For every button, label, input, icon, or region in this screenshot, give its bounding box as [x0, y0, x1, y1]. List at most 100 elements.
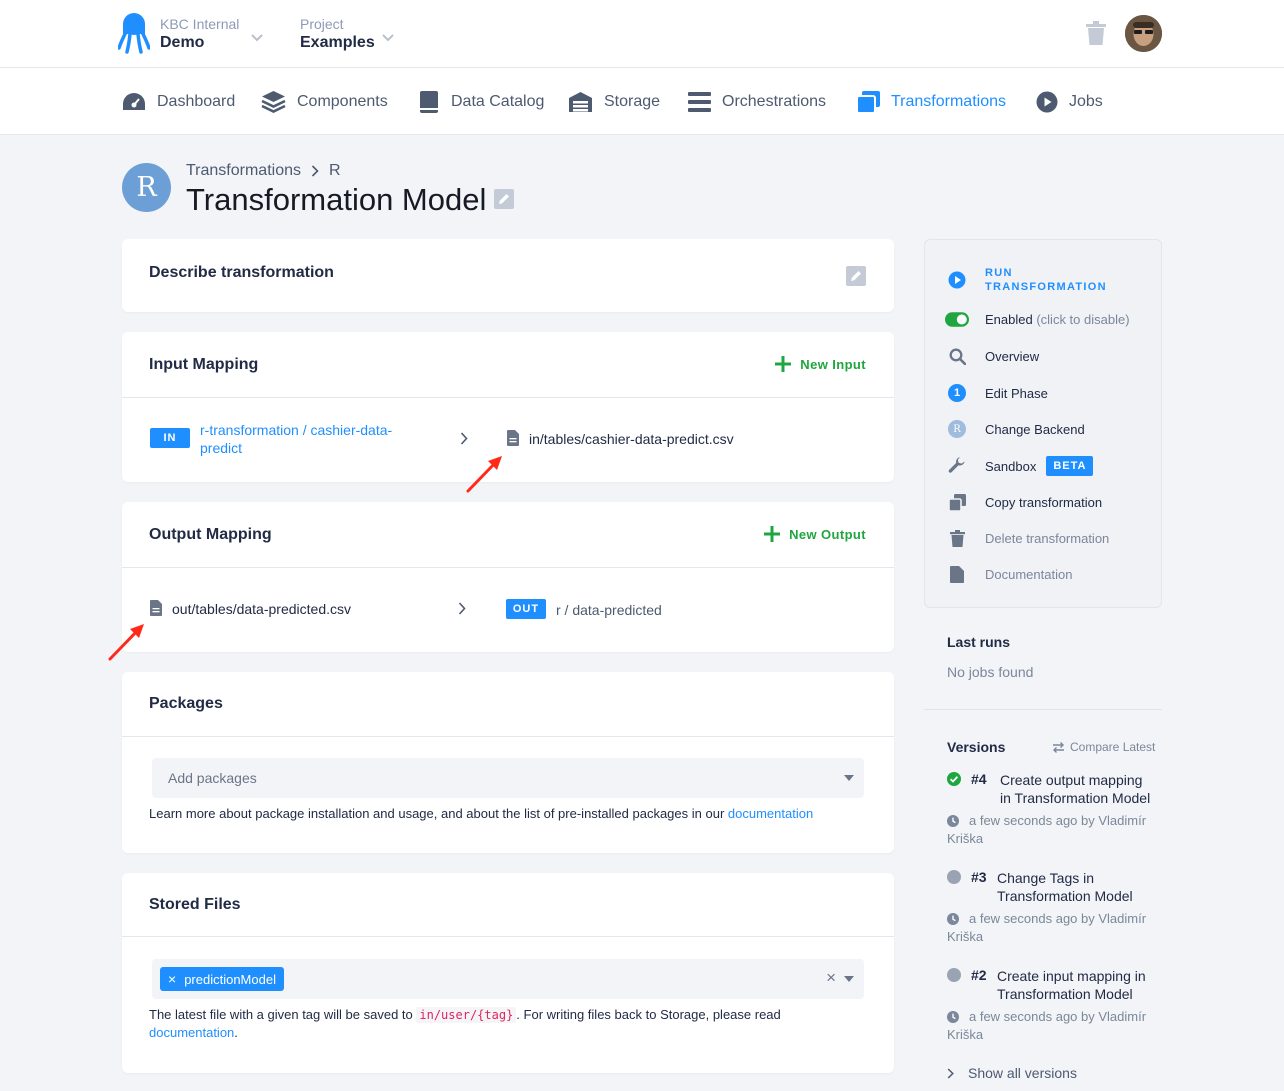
edit-phase-button[interactable]: 1 Edit Phase — [947, 384, 1048, 402]
exchange-icon — [1053, 741, 1064, 753]
sandbox-button[interactable]: Sandbox BETA — [947, 456, 1094, 476]
selected-tag-chip: × predictionModel — [160, 967, 284, 991]
output-destination-table[interactable]: r / data-predicted — [556, 602, 662, 618]
version-desc-line2: in Transformation Model — [1000, 790, 1151, 806]
new-output-button[interactable]: New Output — [764, 526, 866, 542]
stored-files-help-part1: The latest file with a given tag will be… — [149, 1007, 417, 1022]
r-backend-badge: R — [122, 163, 171, 212]
breadcrumb-r[interactable]: R — [329, 162, 341, 180]
nav-transformations[interactable]: Transformations — [857, 90, 1006, 114]
nav-orchestrations[interactable]: Orchestrations — [688, 90, 826, 114]
documentation-label: Documentation — [985, 567, 1073, 582]
chevron-down-icon — [382, 34, 394, 42]
output-mapping-title: Output Mapping — [149, 526, 272, 543]
file-icon — [150, 600, 162, 616]
version-description: Create input mapping in Transformation M… — [997, 967, 1162, 1003]
overview-button[interactable]: Overview — [947, 348, 1039, 365]
annotation-arrow-icon — [108, 624, 144, 661]
output-source-file: out/tables/data-predicted.csv — [172, 601, 351, 617]
play-circle-icon — [948, 271, 966, 289]
version-meta-line1: a few seconds ago by Vladimír — [969, 911, 1147, 926]
describe-card: Describe transformation — [122, 239, 894, 312]
chevron-right-icon — [460, 432, 468, 445]
delete-transformation-label: Delete transformation — [985, 531, 1110, 546]
new-input-button[interactable]: New Input — [775, 356, 866, 372]
stored-files-documentation-link[interactable]: documentation — [149, 1025, 234, 1040]
organization-selector[interactable]: KBC Internal Demo — [160, 15, 270, 53]
change-backend-label: Change Backend — [985, 421, 1085, 437]
version-meta: a few seconds ago by Vladimír Kriška — [947, 1008, 1162, 1044]
new-output-label: New Output — [789, 526, 866, 542]
stored-files-select[interactable]: × predictionModel × — [152, 959, 864, 999]
version-meta-line1: a few seconds ago by Vladimír — [969, 813, 1147, 828]
nav-storage[interactable]: Storage — [568, 90, 660, 114]
remove-tag-icon[interactable]: × — [168, 971, 176, 987]
overview-label: Overview — [985, 349, 1040, 364]
packages-card: Packages Add packages Learn more about p… — [122, 672, 894, 853]
divider — [924, 709, 1162, 710]
keboola-logo-icon[interactable] — [118, 12, 150, 54]
nav-data-catalog-label: Data Catalog — [451, 93, 545, 110]
version-description: Change Tags in Transformation Model — [997, 869, 1162, 905]
compare-latest-button[interactable]: Compare Latest — [1052, 740, 1155, 754]
search-icon — [949, 348, 966, 365]
input-destination-file: in/tables/cashier-data-predict.csv — [529, 431, 734, 447]
check-circle-icon — [947, 772, 961, 786]
breadcrumb: Transformations R — [186, 162, 341, 180]
documentation-button[interactable]: Documentation — [947, 566, 1072, 583]
copy-transformation-label: Copy transformation — [985, 495, 1103, 510]
show-all-versions-link[interactable]: Show all versions — [947, 1065, 1077, 1081]
enabled-toggle[interactable]: Enabled (click to disable) — [945, 312, 1130, 327]
no-jobs-text: No jobs found — [947, 664, 1034, 680]
breadcrumb-transformations[interactable]: Transformations — [186, 162, 301, 180]
nav-storage-label: Storage — [604, 93, 661, 110]
packages-help: Learn more about package installation an… — [149, 805, 813, 823]
selected-tag-label: predictionModel — [184, 971, 276, 987]
sandbox-label: Sandbox — [985, 458, 1037, 474]
layers-icon — [261, 91, 286, 113]
version-desc-line2: Transformation Model — [997, 986, 1133, 1002]
plus-icon — [764, 526, 781, 542]
delete-transformation-button[interactable]: Delete transformation — [947, 530, 1109, 547]
nav-components[interactable]: Components — [261, 90, 388, 114]
input-mapping-title: Input Mapping — [149, 356, 259, 373]
run-transformation-button[interactable]: RUN TRANSFORMATION — [947, 266, 1107, 294]
project-selector[interactable]: Project Examples — [300, 15, 400, 53]
packages-placeholder: Add packages — [168, 770, 257, 786]
edit-phase-label: Edit Phase — [985, 385, 1048, 401]
stored-files-help: The latest file with a given tag will be… — [149, 1006, 849, 1042]
nav-jobs[interactable]: Jobs — [1036, 90, 1103, 114]
version-meta: a few seconds ago by Vladimír Kriška — [947, 910, 1162, 946]
bars-icon — [688, 92, 711, 112]
version-desc-line1: Change Tags in — [997, 870, 1095, 886]
version-meta-line1: a few seconds ago by Vladimír — [969, 1009, 1147, 1024]
trash-icon[interactable] — [1086, 21, 1106, 45]
status-dot-icon — [947, 968, 961, 982]
version-number: #4 — [971, 771, 987, 787]
avatar-photo-icon — [1125, 15, 1162, 52]
chevron-right-icon — [947, 1067, 954, 1079]
copy-icon — [948, 494, 966, 511]
annotation-arrow-icon — [466, 456, 502, 493]
packages-title: Packages — [149, 695, 223, 712]
describe-title: Describe transformation — [149, 264, 334, 281]
packages-documentation-link[interactable]: documentation — [728, 806, 813, 821]
version-description: Create output mapping in Transformation … — [1000, 771, 1165, 807]
edit-title-button[interactable] — [494, 189, 514, 209]
copy-transformation-button[interactable]: Copy transformation — [947, 494, 1102, 511]
packages-select[interactable]: Add packages — [152, 758, 864, 798]
input-source-table[interactable]: r-transformation / cashier-data- predict — [200, 421, 430, 457]
user-avatar[interactable] — [1125, 15, 1162, 52]
version-desc-line2: Transformation Model — [997, 888, 1133, 904]
compare-latest-label: Compare Latest — [1070, 740, 1156, 754]
change-backend-button[interactable]: R Change Backend — [947, 420, 1085, 438]
clear-icon[interactable]: × — [826, 968, 836, 988]
edit-description-button[interactable] — [846, 266, 866, 286]
nav-dashboard[interactable]: Dashboard — [122, 90, 235, 114]
version-meta-line2: Kriška — [947, 929, 984, 944]
new-input-label: New Input — [800, 356, 866, 372]
clock-icon — [947, 913, 959, 925]
stored-files-help-part2: . For writing files back to Storage, ple… — [516, 1007, 781, 1022]
nav-data-catalog[interactable]: Data Catalog — [418, 90, 544, 114]
chevron-right-icon — [458, 602, 466, 615]
